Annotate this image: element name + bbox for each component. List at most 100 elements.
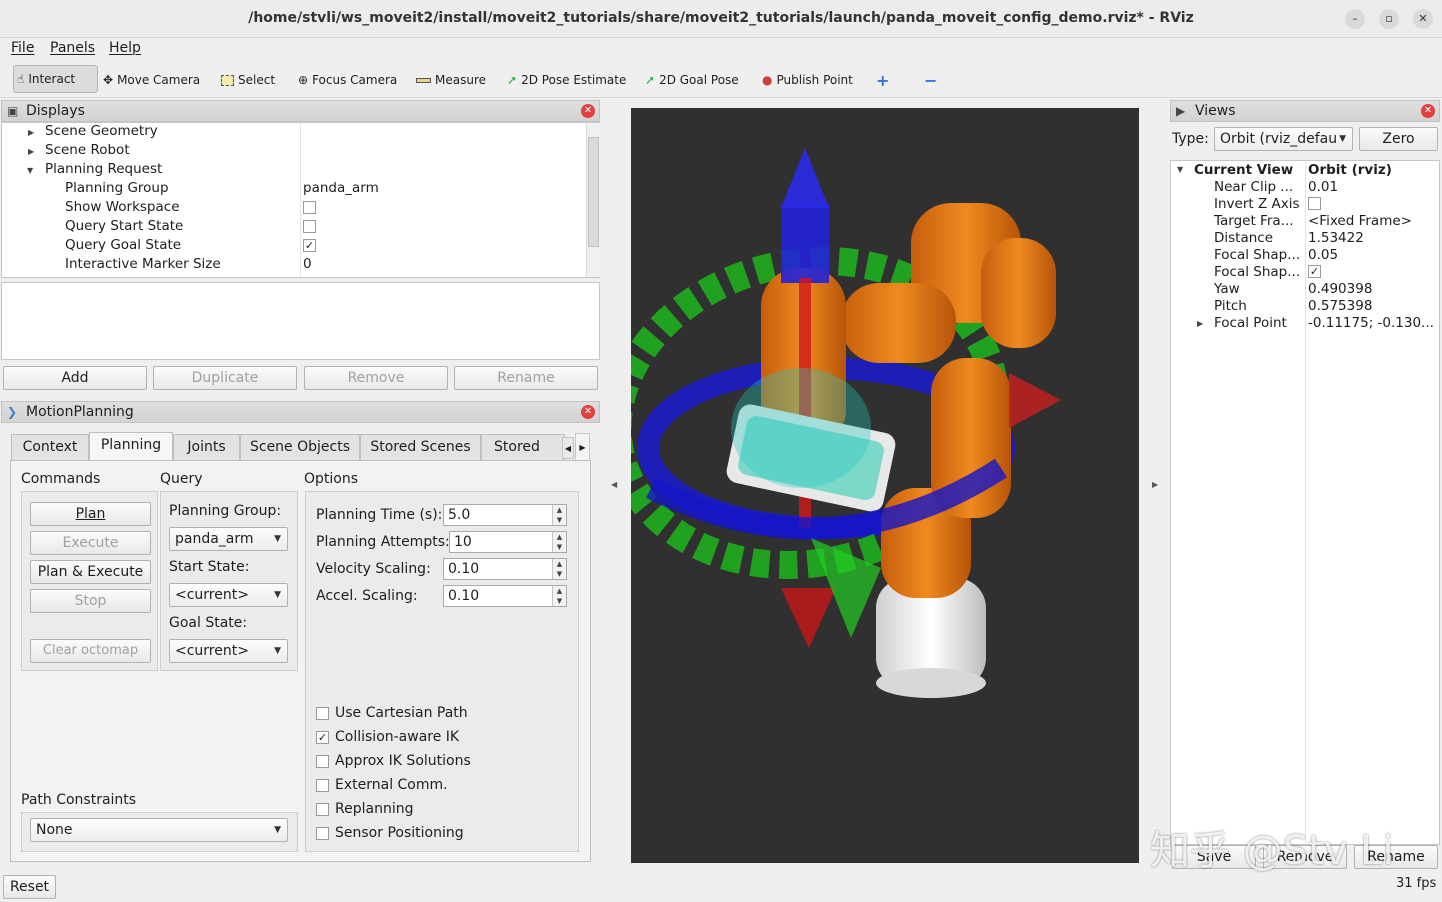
- view-property[interactable]: Yaw: [1214, 281, 1240, 298]
- views-tree: [1170, 160, 1440, 845]
- checkbox[interactable]: [303, 201, 316, 214]
- pose-estimate-tool[interactable]: ➚ 2D Pose Estimate: [507, 68, 626, 92]
- close-icon[interactable]: ✕: [581, 405, 595, 419]
- checkbox[interactable]: ✓: [1308, 265, 1321, 278]
- path-constraints-select[interactable]: None ▼: [30, 818, 288, 842]
- map-pin-icon: ●: [762, 73, 773, 87]
- stop-button[interactable]: Stop: [30, 589, 151, 613]
- tab-planning[interactable]: Planning: [89, 432, 173, 461]
- start-state-select[interactable]: <current> ▼: [169, 583, 288, 607]
- tree-item[interactable]: Interactive Marker Size: [65, 256, 221, 275]
- 3d-viewport[interactable]: [631, 108, 1139, 863]
- plan-button[interactable]: Plan: [30, 502, 151, 526]
- zero-button[interactable]: Zero: [1359, 127, 1438, 151]
- view-property[interactable]: Focal Shap...: [1214, 264, 1300, 281]
- tree-item[interactable]: Planning Group: [65, 180, 169, 199]
- displays-header: ▣ Displays ✕: [1, 100, 600, 122]
- view-value[interactable]: 0.01: [1308, 179, 1338, 196]
- duplicate-button[interactable]: Duplicate: [153, 366, 297, 390]
- spin-arrows-icon[interactable]: ▲ ▼: [552, 586, 566, 606]
- tab-joints[interactable]: Joints: [173, 434, 240, 460]
- measure-tool[interactable]: Measure: [416, 68, 486, 92]
- blue-axis-arrow[interactable]: [781, 148, 829, 208]
- view-value[interactable]: 0.05: [1308, 247, 1338, 264]
- tab-context[interactable]: Context: [11, 434, 89, 460]
- tree-value[interactable]: panda_arm: [303, 180, 379, 199]
- crosshair-icon: ⊕: [298, 73, 309, 87]
- view-property[interactable]: Focal Point: [1214, 315, 1287, 332]
- tree-item[interactable]: Query Start State: [65, 218, 183, 237]
- add-button[interactable]: Add: [3, 366, 147, 390]
- checkbox[interactable]: [303, 220, 316, 233]
- tab-stored-scenes[interactable]: Stored Scenes: [360, 434, 481, 460]
- tree-value[interactable]: 0: [303, 256, 312, 275]
- scrollbar[interactable]: [586, 123, 600, 277]
- maximize-icon[interactable]: ▫: [1379, 9, 1399, 29]
- spin-arrows-icon[interactable]: ▲ ▼: [552, 532, 566, 552]
- red-axis-arrow[interactable]: [1009, 373, 1061, 428]
- view-property[interactable]: Near Clip ...: [1214, 179, 1293, 196]
- spin-arrows-icon[interactable]: ▲ ▼: [552, 559, 566, 579]
- green-arrow-icon: ➚: [645, 73, 656, 87]
- planning-time-label: Planning Time (s):: [316, 507, 443, 523]
- accel-scaling-input[interactable]: 0.10 ▲ ▼: [443, 585, 567, 607]
- checkbox[interactable]: ✓: [303, 239, 316, 252]
- view-property[interactable]: Pitch: [1214, 298, 1247, 315]
- tree-item[interactable]: Query Goal State: [65, 237, 181, 256]
- view-value[interactable]: 0.575398: [1308, 298, 1372, 315]
- minimize-icon[interactable]: –: [1345, 9, 1365, 29]
- view-value[interactable]: Orbit (rviz): [1308, 162, 1392, 179]
- planning-attempts-input[interactable]: 10 ▲ ▼: [449, 531, 567, 553]
- tree-item[interactable]: Show Workspace: [65, 199, 180, 218]
- spin-arrows-icon[interactable]: ▲ ▼: [552, 505, 566, 525]
- view-type-select[interactable]: Orbit (rviz_defau ▼: [1214, 127, 1353, 151]
- collapse-right-icon[interactable]: ▶: [1152, 480, 1158, 489]
- goal-state-select[interactable]: <current> ▼: [169, 639, 288, 663]
- view-value[interactable]: <Fixed Frame>: [1308, 213, 1412, 230]
- robot-scene: [631, 148, 1061, 698]
- view-property[interactable]: Distance: [1214, 230, 1273, 247]
- reset-button[interactable]: Reset: [3, 875, 56, 899]
- views-header: ▶ Views ✕: [1170, 100, 1440, 122]
- velocity-scaling-input[interactable]: 0.10 ▲ ▼: [443, 558, 567, 580]
- tree-item[interactable]: Scene Geometry: [45, 123, 158, 142]
- view-value[interactable]: -0.11175; -0.130...: [1308, 315, 1434, 332]
- tab-scroll-left-icon[interactable]: ◀: [562, 437, 574, 459]
- menu-file[interactable]: File: [11, 40, 34, 56]
- remove-tool-icon[interactable]: −: [924, 68, 937, 92]
- view-property[interactable]: Focal Shap...: [1214, 247, 1300, 264]
- close-icon[interactable]: ✕: [1413, 9, 1433, 29]
- planning-time-input[interactable]: 5.0 ▲ ▼: [443, 504, 567, 526]
- view-property[interactable]: Target Fra...: [1214, 213, 1294, 230]
- plan-execute-button[interactable]: Plan & Execute: [30, 560, 151, 584]
- close-icon[interactable]: ✕: [581, 104, 595, 118]
- tab-scroll-right-icon[interactable]: ▶: [575, 433, 590, 461]
- collapse-left-icon[interactable]: ◀: [611, 480, 617, 489]
- clear-octomap-button[interactable]: Clear octomap: [30, 639, 151, 663]
- focus-camera-tool[interactable]: ⊕ Focus Camera: [298, 68, 397, 92]
- goal-pose-tool[interactable]: ➚ 2D Goal Pose: [645, 68, 739, 92]
- tree-item[interactable]: Planning Request: [45, 161, 162, 180]
- rename-button[interactable]: Rename: [454, 366, 598, 390]
- view-property[interactable]: Invert Z Axis: [1214, 196, 1300, 213]
- remove-button[interactable]: Remove: [304, 366, 448, 390]
- move-camera-tool[interactable]: ✥ Move Camera: [103, 68, 200, 92]
- hand-icon: ☝: [17, 72, 25, 86]
- view-value[interactable]: 1.53422: [1308, 230, 1364, 247]
- tree-item[interactable]: Scene Robot: [45, 142, 130, 161]
- planning-group-select[interactable]: panda_arm ▼: [169, 527, 288, 551]
- view-value[interactable]: 0.490398: [1308, 281, 1372, 298]
- menu-panels[interactable]: Panels: [50, 40, 95, 56]
- menu-help[interactable]: Help: [109, 40, 141, 56]
- execute-button[interactable]: Execute: [30, 531, 151, 555]
- view-property[interactable]: Current View: [1194, 162, 1293, 179]
- checkbox[interactable]: [1308, 197, 1321, 210]
- select-tool[interactable]: Select: [221, 68, 275, 92]
- red-axis-arrow[interactable]: [781, 588, 836, 648]
- tab-scene-objects[interactable]: Scene Objects: [240, 434, 360, 460]
- interact-tool[interactable]: ☝ Interact: [13, 65, 98, 93]
- publish-point-tool[interactable]: ● Publish Point: [762, 68, 853, 92]
- add-tool-icon[interactable]: +: [876, 68, 889, 92]
- close-icon[interactable]: ✕: [1421, 104, 1435, 118]
- tab-stored-states[interactable]: Stored Sta: [481, 434, 565, 460]
